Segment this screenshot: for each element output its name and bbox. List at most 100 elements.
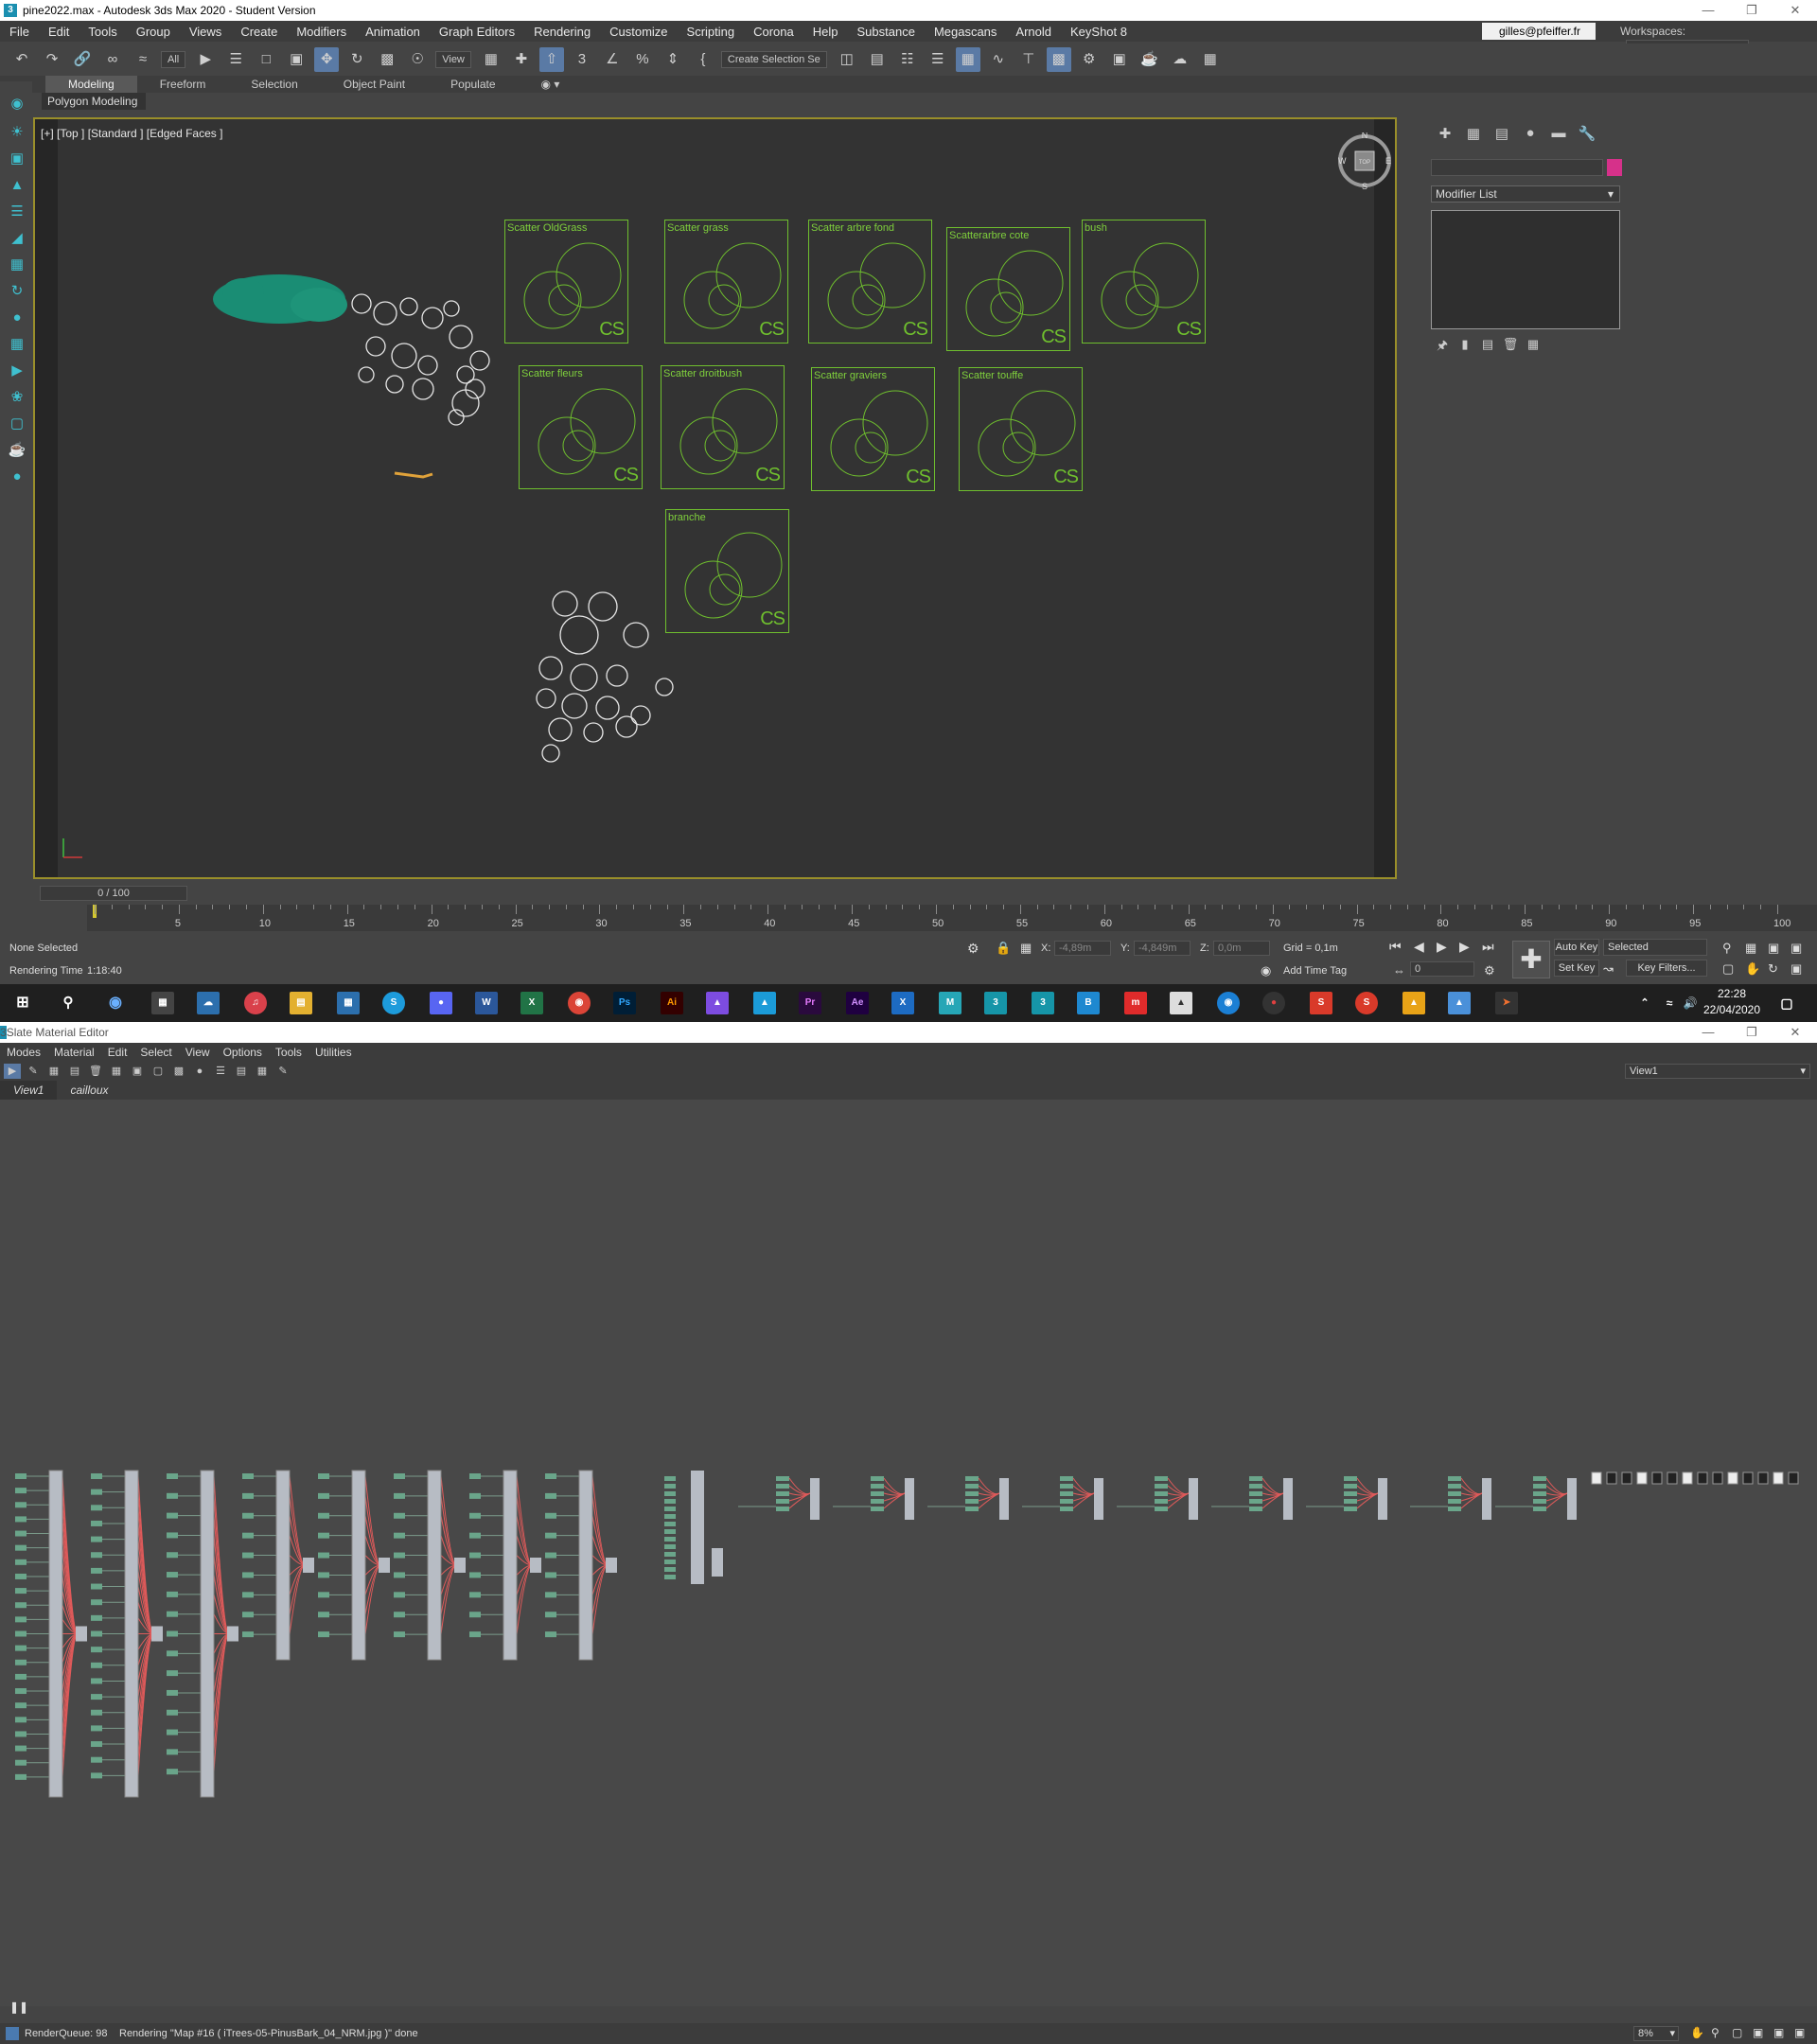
map-node[interactable] — [664, 1491, 676, 1496]
manipulate-icon[interactable]: ✚ — [509, 47, 534, 72]
pivot-icon[interactable]: ▦ — [479, 47, 503, 72]
unlink-icon[interactable]: ∞ — [100, 47, 125, 72]
rotate-icon[interactable]: ↻ — [344, 47, 369, 72]
map-node[interactable] — [664, 1544, 676, 1549]
illustrator-icon[interactable]: Ai — [661, 992, 683, 1014]
map-node[interactable] — [15, 1630, 26, 1637]
map-node[interactable] — [318, 1572, 329, 1578]
select-object-icon[interactable]: ▶ — [193, 47, 218, 72]
map-node[interactable] — [318, 1473, 329, 1479]
map-node[interactable] — [664, 1507, 676, 1511]
absolute-mode-icon[interactable]: ▦ — [1020, 941, 1032, 956]
start-icon[interactable]: ⊞ — [11, 992, 34, 1014]
slate-menu-view[interactable]: View — [179, 1046, 217, 1059]
edit-named-sel-icon[interactable]: { — [691, 47, 715, 72]
menu-keyshot[interactable]: KeyShot 8 — [1061, 25, 1137, 39]
map-node[interactable] — [469, 1512, 481, 1519]
blender-icon[interactable]: ◉ — [1217, 992, 1240, 1014]
slate-menu-modes[interactable]: Modes — [0, 1046, 47, 1059]
isolate-icon[interactable]: ⚙ — [967, 941, 979, 957]
map-node[interactable] — [167, 1709, 178, 1716]
frame-input[interactable]: 0 — [1410, 961, 1474, 977]
material-node[interactable] — [427, 1470, 442, 1661]
map-node[interactable] — [469, 1473, 481, 1479]
menu-arnold[interactable]: Arnold — [1006, 25, 1061, 39]
map-node[interactable] — [1155, 1476, 1168, 1481]
output-node[interactable] — [379, 1558, 390, 1573]
menu-help[interactable]: Help — [803, 25, 848, 39]
map-node[interactable] — [1533, 1484, 1546, 1489]
map-node[interactable] — [1533, 1499, 1546, 1504]
zoom-extents-icon[interactable]: ▣ — [1768, 941, 1779, 956]
map-node[interactable] — [15, 1759, 26, 1766]
make-unique-icon[interactable]: ▤ — [1476, 337, 1499, 356]
map-thumbnail[interactable] — [1712, 1471, 1723, 1485]
map-node[interactable] — [1060, 1499, 1073, 1504]
reset-material-icon[interactable]: ▤ — [66, 1064, 83, 1079]
material-node[interactable] — [503, 1470, 518, 1661]
menu-scripting[interactable]: Scripting — [678, 25, 745, 39]
slate-menu-edit[interactable]: Edit — [101, 1046, 134, 1059]
menu-rendering[interactable]: Rendering — [524, 25, 600, 39]
map-node[interactable] — [1448, 1507, 1461, 1511]
y-coordinate-input[interactable]: -4,849m — [1134, 941, 1191, 956]
excel-icon[interactable]: X — [520, 992, 543, 1014]
node-wire[interactable] — [440, 1475, 457, 1566]
scatter-box[interactable]: Scatter graviers CS — [811, 367, 935, 491]
map-node[interactable] — [91, 1694, 102, 1700]
zoom-all-icon[interactable]: ▣ — [1794, 2026, 1805, 2039]
map-node[interactable] — [545, 1492, 556, 1499]
map-node[interactable] — [242, 1631, 254, 1638]
output-node[interactable] — [151, 1626, 163, 1642]
sample-slot-icon[interactable]: ● — [191, 1064, 208, 1079]
map-thumbnail[interactable] — [1697, 1471, 1708, 1485]
map-node[interactable] — [167, 1689, 178, 1696]
map-node[interactable] — [664, 1514, 676, 1519]
slate-restore-icon[interactable]: ❐ — [1730, 1022, 1773, 1043]
map-node[interactable] — [1249, 1507, 1262, 1511]
teapot-icon[interactable]: ☕ — [8, 441, 26, 460]
pan-icon[interactable]: ✋ — [1690, 2026, 1704, 2039]
map-thumbnail[interactable] — [1636, 1471, 1648, 1485]
place-icon[interactable]: ☉ — [405, 47, 430, 72]
map-thumbnail[interactable] — [1682, 1471, 1693, 1485]
map-node[interactable] — [394, 1631, 405, 1638]
map-thumbnail[interactable] — [1742, 1471, 1754, 1485]
map-node[interactable] — [394, 1532, 405, 1539]
scatter-box[interactable]: Scatter droitbush CS — [661, 365, 785, 489]
map-node[interactable] — [242, 1612, 254, 1618]
scatter-box[interactable]: Scatter OldGrass CS — [504, 220, 628, 344]
redo-icon[interactable]: ↷ — [40, 47, 64, 72]
map-node[interactable] — [1249, 1499, 1262, 1504]
scatter-box[interactable]: Scatter grass CS — [664, 220, 788, 344]
map-node[interactable] — [167, 1492, 178, 1499]
map-node[interactable] — [664, 1529, 676, 1534]
node-wire[interactable] — [1261, 1477, 1284, 1495]
orange-branch[interactable] — [394, 471, 433, 479]
menu-edit[interactable]: Edit — [39, 25, 79, 39]
map-node[interactable] — [1533, 1491, 1546, 1496]
map-node[interactable] — [91, 1678, 102, 1684]
map-node[interactable] — [871, 1499, 884, 1504]
map-node[interactable] — [15, 1473, 26, 1479]
node-wire[interactable] — [1460, 1477, 1483, 1495]
map-node[interactable] — [167, 1769, 178, 1775]
percent-snap-icon[interactable]: % — [630, 47, 655, 72]
zoom-extents-all-icon[interactable]: ▣ — [1791, 941, 1802, 956]
set-key-plus-icon[interactable]: ✚ — [1512, 941, 1550, 978]
map-node[interactable] — [167, 1532, 178, 1539]
map-node[interactable] — [545, 1552, 556, 1559]
map-node[interactable] — [91, 1505, 102, 1511]
scatter-box[interactable]: bush CS — [1082, 220, 1206, 344]
particles-icon[interactable]: ❀ — [8, 388, 26, 407]
map-node[interactable] — [965, 1484, 979, 1489]
node-wire[interactable] — [978, 1477, 1000, 1495]
material-node[interactable] — [48, 1470, 63, 1798]
layer-explorer-icon[interactable]: ☷ — [895, 47, 920, 72]
motion-tab-icon[interactable]: ● — [1516, 125, 1544, 142]
map-node[interactable] — [91, 1630, 102, 1637]
map-node[interactable] — [167, 1670, 178, 1677]
map-node[interactable] — [664, 1575, 676, 1579]
app-triangle-icon[interactable]: ▲ — [1402, 992, 1425, 1014]
map-node[interactable] — [167, 1749, 178, 1755]
